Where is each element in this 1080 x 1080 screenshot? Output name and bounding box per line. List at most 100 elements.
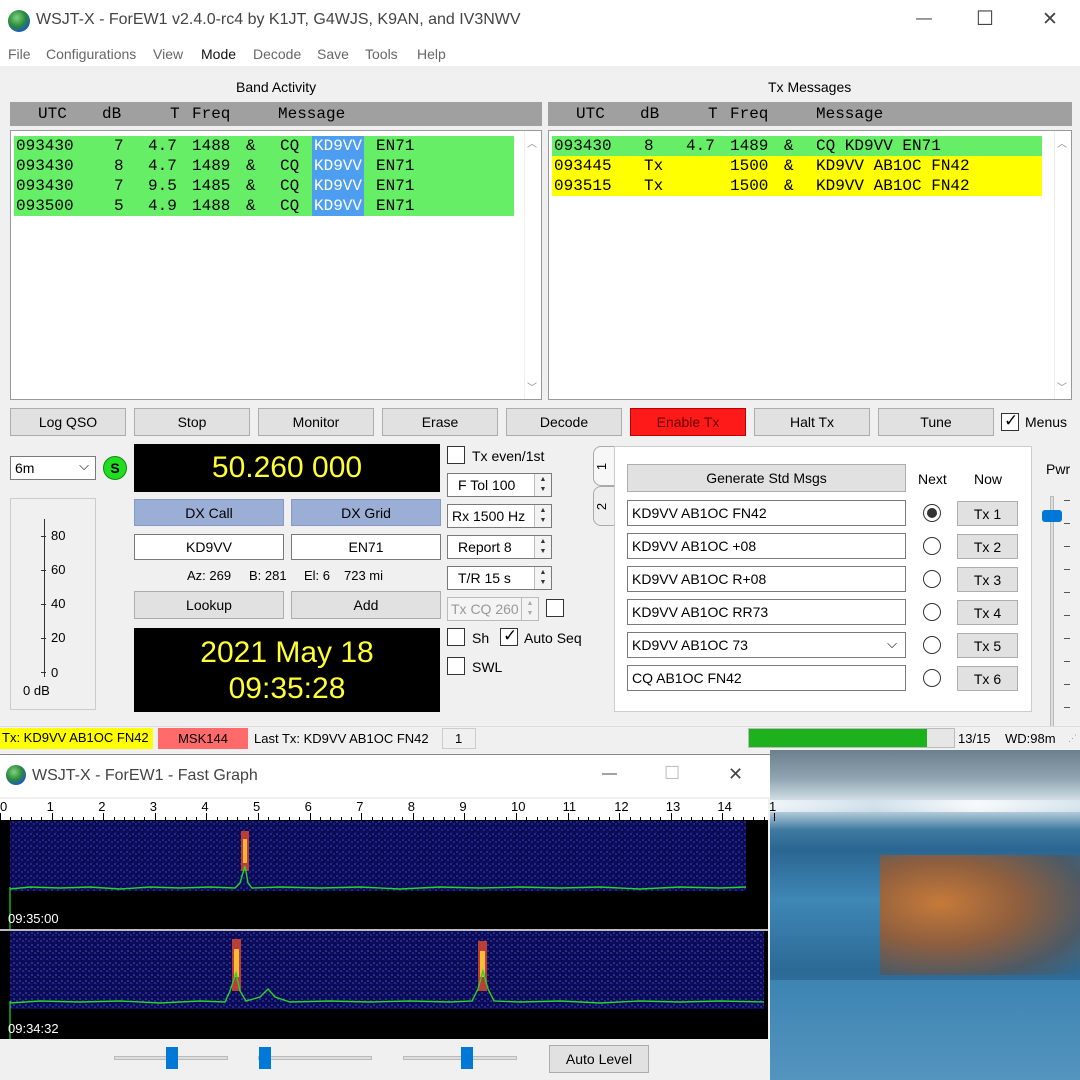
tx5-next-radio[interactable] [923,636,941,654]
tx3-message-input[interactable]: KD9VV AB1OC R+08 [627,566,906,592]
menu-save[interactable]: Save [317,46,349,62]
green-gain-slider-handle[interactable] [461,1047,473,1069]
menu-file[interactable]: File [8,46,31,62]
menu-tools[interactable]: Tools [365,46,398,62]
waterfall-pane-1[interactable]: 09:35:00 [0,821,768,929]
tx-messages-scrollbar[interactable]: ︿ ﹀ [1054,131,1071,399]
band-activity-scrollbar[interactable]: ︿ ﹀ [524,131,541,399]
tx-messages-row[interactable]: 093430 8 4.7 1489 & CQ KD9VV EN71 [552,136,1042,156]
tx-messages-title: Tx Messages [768,79,852,95]
waterfall-1-svg [9,821,747,929]
minimize-button[interactable]: — [916,10,932,28]
dx-call-input[interactable]: KD9VV [134,534,284,560]
menu-help[interactable]: Help [417,46,446,62]
spin-arrows-icon[interactable]: ▲ ▼ [534,567,551,589]
tx-cq-spinbox[interactable]: Tx CQ 260 ▲ ▼ [447,597,539,621]
band-activity-row[interactable]: 093430 7 4.7 1488 & CQ KD9VV EN71 [14,136,514,156]
band-select[interactable]: 6m ⌵ [10,456,96,480]
scroll-up-icon[interactable]: ︿ [527,135,537,150]
band-activity-row[interactable]: 093430 7 9.5 1485 & CQ KD9VV EN71 [14,176,514,196]
tx-messages-row[interactable]: 093445 Tx 1500 & KD9VV AB1OC FN42 [552,156,1042,176]
auto-level-button[interactable]: Auto Level [549,1045,649,1073]
erase-button[interactable]: Erase [382,408,498,436]
tx1-message-input[interactable]: KD9VV AB1OC FN42 [627,500,906,526]
chevron-down-icon[interactable]: ⌵ [887,636,897,652]
ftol-spinbox[interactable]: F Tol 100 ▲ ▼ [447,473,552,497]
waterfall-pane-2[interactable]: 09:34:32 [0,931,768,1039]
decode-button[interactable]: Decode [506,408,622,436]
spin-arrows-icon[interactable]: ▲ ▼ [534,536,551,558]
frequency-display[interactable]: 50.260 000 [134,444,440,492]
freq-cell: 1500 [730,157,769,175]
scroll-down-icon[interactable]: ﹀ [527,379,537,394]
tx3-next-radio[interactable] [923,570,941,588]
zero-slider-track[interactable] [258,1056,372,1060]
maximize-button[interactable]: ☐ [976,6,994,31]
scroll-up-icon[interactable]: ︿ [1057,135,1067,150]
tx2-now-button[interactable]: Tx 2 [957,534,1018,559]
power-slider-handle[interactable] [1042,510,1062,522]
scroll-down-icon[interactable]: ﹀ [1057,379,1067,394]
tx4-message-input[interactable]: KD9VV AB1OC RR73 [627,599,906,625]
tx5-message-input[interactable]: KD9VV AB1OC 73 ⌵ [627,632,906,658]
menus-checkbox[interactable] [1001,411,1019,431]
spin-arrows-icon[interactable]: ▲ ▼ [534,505,551,527]
enable-tx-button[interactable]: Enable Tx [630,408,746,436]
menu-configurations[interactable]: Configurations [46,46,136,62]
dx-grid-input[interactable]: EN71 [291,534,441,560]
tr-period-spinbox[interactable]: T/R 15 s ▲ ▼ [447,566,552,590]
fast-graph-close-button[interactable]: ✕ [728,764,743,785]
swl-checkbox[interactable] [447,657,465,675]
log-qso-button[interactable]: Log QSO [10,408,126,436]
time-tick-mark [361,813,363,821]
gain-slider-handle[interactable] [166,1047,178,1069]
fast-graph-maximize-button[interactable]: ☐ [664,763,680,784]
dx-grid-button[interactable]: DX Grid [291,499,441,526]
zero-slider-handle[interactable] [259,1047,271,1069]
tx3-now-button[interactable]: Tx 3 [957,567,1018,592]
spin-arrows-icon[interactable]: ▲ ▼ [521,598,538,620]
tab-2[interactable]: 2 [593,486,615,526]
message-cell: CQ KD9VV EN71 [816,137,941,155]
tx6-message-input[interactable]: CQ AB1OC FN42 [627,665,906,691]
spin-arrows-icon[interactable]: ▲ ▼ [534,474,551,496]
tx4-now-button[interactable]: Tx 4 [957,600,1018,625]
fast-graph-minimize-button[interactable]: — [602,765,617,782]
dx-call-button[interactable]: DX Call [134,499,284,526]
tx-even-checkbox[interactable] [447,446,465,464]
tab-1[interactable]: 1 [593,446,615,486]
tune-button[interactable]: Tune [878,408,994,436]
band-activity-row[interactable]: 093500 5 4.9 1488 & CQ KD9VV EN71 [14,196,514,216]
generate-std-msgs-button[interactable]: Generate Std Msgs [627,464,906,492]
noise-field [10,931,764,1009]
lookup-button[interactable]: Lookup [134,591,284,619]
tx2-next-radio[interactable] [923,537,941,555]
stop-button[interactable]: Stop [134,408,250,436]
auto-seq-checkbox[interactable] [500,626,518,646]
tx-cq-checkbox[interactable] [546,599,564,617]
band-activity-row[interactable]: 093430 8 4.7 1489 & CQ KD9VV EN71 [14,156,514,176]
power-slider-track[interactable] [1050,496,1054,736]
tx-messages-row[interactable]: 093515 Tx 1500 & KD9VV AB1OC FN42 [552,176,1042,196]
sh-checkbox[interactable] [447,628,465,646]
rx-freq-spinbox[interactable]: Rx 1500 Hz ▲ ▼ [447,504,552,528]
menu-decode[interactable]: Decode [253,46,301,62]
tx6-now-button[interactable]: Tx 6 [957,666,1018,691]
report-spinbox[interactable]: Report 8 ▲ ▼ [447,535,552,559]
resize-grip-icon[interactable]: ⋰ [1068,733,1077,744]
tx1-now-button[interactable]: Tx 1 [957,501,1018,526]
tx1-next-radio[interactable] [923,504,941,522]
menu-mode[interactable]: Mode [201,46,236,62]
monitor-button[interactable]: Monitor [258,408,374,436]
add-button[interactable]: Add [291,591,441,619]
tx2-message-input[interactable]: KD9VV AB1OC +08 [627,533,906,559]
tx4-next-radio[interactable] [923,603,941,621]
tx5-now-button[interactable]: Tx 5 [957,633,1018,658]
green-gain-slider-track[interactable] [403,1056,517,1060]
tx6-next-radio[interactable] [923,669,941,687]
tx-cq-value: Tx CQ 260 [451,601,519,617]
menu-view[interactable]: View [153,46,183,62]
halt-tx-button[interactable]: Halt Tx [754,408,870,436]
close-button[interactable]: ✕ [1042,8,1058,31]
freq-cell: 1488 [192,197,231,215]
